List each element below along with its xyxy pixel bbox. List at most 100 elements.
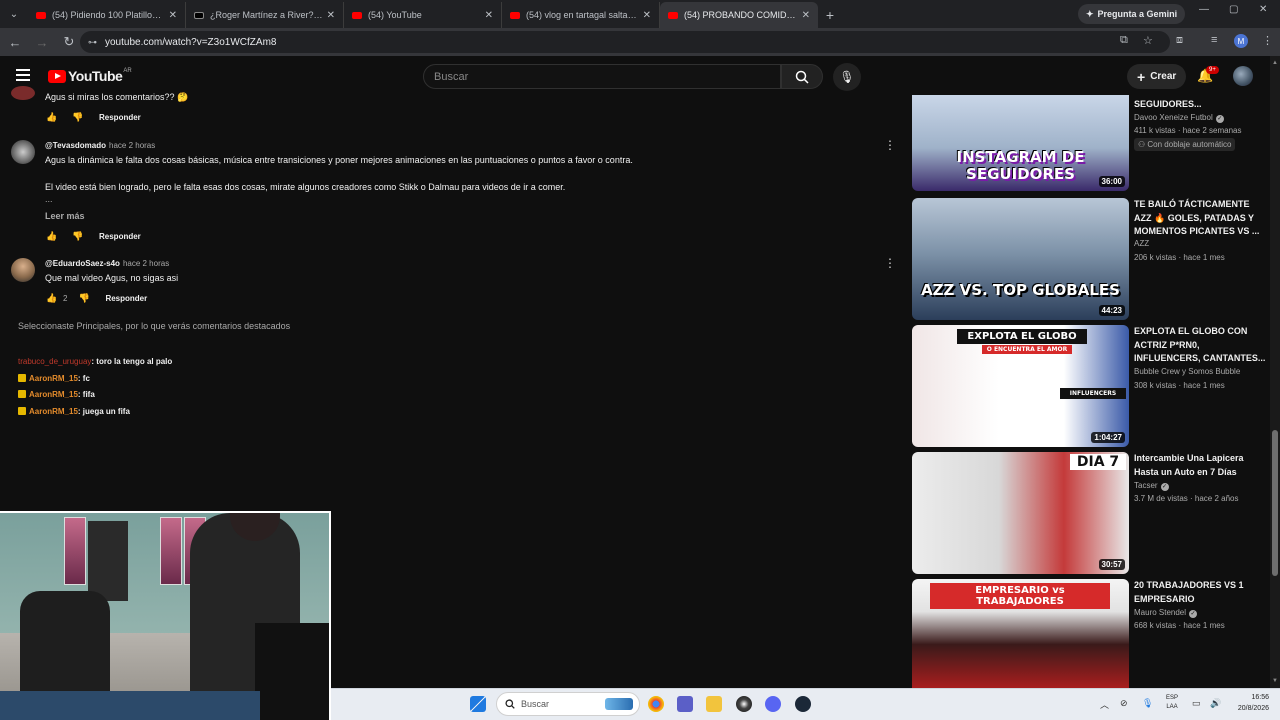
tab-search-icon[interactable]: ⌄ (0, 0, 28, 28)
chrome-icon[interactable] (648, 696, 664, 712)
tray-mic-icon[interactable]: 🎙 (1142, 698, 1153, 709)
extensions-icon[interactable]: ⧈ (1176, 34, 1183, 47)
close-tab-icon[interactable]: ✕ (169, 10, 177, 21)
reload-icon[interactable]: ↻ (57, 30, 81, 54)
like-count: 2 (63, 294, 68, 303)
reply-button[interactable]: Responder (105, 294, 147, 303)
close-tab-icon[interactable]: ✕ (802, 10, 810, 21)
scroll-down-icon[interactable]: ▼ (1272, 678, 1278, 684)
gemini-button[interactable]: ✦ Pregunta a Gemini (1078, 4, 1186, 24)
browser-tab-active[interactable]: (54) PROBANDO COMIDA CALL ✕ (660, 2, 818, 28)
taskbar-clock[interactable]: 16:56 20/8/2026 (1229, 692, 1269, 714)
comment-avatar[interactable] (11, 140, 35, 164)
video-title[interactable]: Intercambie Una Lapicera Hasta un Auto e… (1134, 452, 1266, 479)
video-title[interactable]: 20 TRABAJADORES VS 1 EMPRESARIO (1134, 579, 1266, 606)
site-info-icon[interactable]: ⊶ (88, 37, 97, 48)
user-avatar[interactable] (1233, 66, 1253, 86)
comment-text: Que mal video Agus, no sigas asi (45, 273, 179, 283)
browser-menu-icon[interactable]: ⋮ (1262, 34, 1273, 47)
back-icon[interactable]: ← (3, 30, 27, 54)
comment-avatar[interactable] (11, 86, 35, 100)
recommended-video[interactable]: EXPLOTA EL GLOBO O ENCUENTRA EL AMOR INF… (912, 325, 1266, 447)
video-thumbnail[interactable]: EMPRESARIO vs TRABAJADORES (912, 579, 1129, 688)
close-tab-icon[interactable]: ✕ (643, 10, 651, 21)
video-duration: 44:23 (1098, 305, 1125, 316)
scrollbar-thumb[interactable] (1272, 430, 1278, 576)
search-highlight-icon (605, 698, 633, 710)
install-app-icon[interactable]: ⧉ (1120, 34, 1128, 47)
video-thumbnail[interactable]: EXPLOTA EL GLOBO O ENCUENTRA EL AMOR INF… (912, 325, 1129, 447)
tray-volume-icon[interactable]: 🔊 (1210, 698, 1221, 709)
thumbs-up-icon[interactable]: 👍 (45, 231, 59, 242)
voice-search-button[interactable]: 🎙 (833, 63, 861, 91)
reading-list-icon[interactable]: ≡ (1211, 34, 1217, 46)
thumbs-down-icon[interactable]: 👎 (71, 231, 85, 242)
search-button[interactable] (781, 64, 823, 89)
youtube-logo[interactable]: YouTube AR (48, 68, 132, 84)
comment-more-icon[interactable]: ⋮ (884, 138, 896, 152)
tray-display-icon[interactable]: ▭ (1192, 698, 1201, 709)
video-title[interactable]: SEGUIDORES... (1134, 98, 1266, 112)
comment-avatar[interactable] (11, 258, 35, 282)
browser-tab[interactable]: (54) Pidiendo 100 Platillos Justo ✕ (28, 2, 186, 28)
thumbs-down-icon[interactable]: 👎 (77, 293, 91, 304)
taskbar-search[interactable]: Buscar (496, 692, 640, 716)
maximize-icon[interactable]: ▢ (1229, 4, 1238, 15)
input-language[interactable]: ESP LAA (1162, 694, 1182, 712)
channel-name: Bubble Crew y Somos Bubble (1134, 367, 1241, 376)
create-button[interactable]: + Crear (1127, 64, 1187, 89)
browser-tab[interactable]: (54) vlog en tartagal salta - You ✕ (502, 2, 660, 28)
reply-button[interactable]: Responder (99, 113, 141, 122)
menu-icon[interactable] (16, 69, 30, 81)
browser-tab[interactable]: (54) YouTube ✕ (344, 2, 502, 28)
comment-author[interactable]: @EduardoSaez-s4o hace 2 horas (45, 259, 169, 268)
thumbs-up-icon[interactable]: 👍 (45, 112, 59, 123)
video-channel[interactable]: AZZ (1134, 239, 1149, 248)
read-more-link[interactable]: Leer más (45, 211, 85, 221)
obs-icon[interactable] (736, 696, 752, 712)
video-meta: 668 k vistas · hace 1 mes (1134, 621, 1225, 630)
comment-actions: 👍 2 👎 Responder (45, 293, 147, 304)
chat-line: AaronRM_15: fc (18, 374, 90, 383)
chat-line: trabuco_de_uruguay: toro la tengo al pal… (18, 357, 172, 366)
comment-author[interactable]: @Tevasdomado hace 2 horas (45, 141, 155, 150)
bookmark-star-icon[interactable]: ☆ (1143, 34, 1153, 47)
thumbs-up-icon[interactable]: 👍 (45, 293, 59, 304)
tray-network-icon[interactable]: ⊘ (1120, 698, 1128, 709)
recommended-video[interactable]: EMPRESARIO vs TRABAJADORES 20 TRABAJADOR… (912, 579, 1264, 688)
video-thumbnail[interactable]: AZZ VS. TOP GLOBALES 44:23 (912, 198, 1129, 320)
minimize-icon[interactable]: — (1199, 4, 1209, 15)
forward-icon[interactable]: → (30, 30, 54, 54)
steam-icon[interactable] (795, 696, 811, 712)
close-tab-icon[interactable]: ✕ (327, 10, 335, 21)
close-tab-icon[interactable]: ✕ (485, 10, 493, 21)
page-scrollbar[interactable]: ▲ ▼ (1270, 56, 1280, 688)
browser-tab[interactable]: ¿Roger Martínez a River? Últim ✕ (186, 2, 344, 28)
new-tab-button[interactable]: + (818, 2, 842, 28)
video-channel[interactable]: Tacser ✓ (1134, 481, 1169, 491)
video-title[interactable]: EXPLOTA EL GLOBO CON ACTRIZ P*RN0, INFLU… (1134, 325, 1266, 366)
discord-icon[interactable] (765, 696, 781, 712)
recommended-video[interactable]: DIA 7 30:57 Intercambie Una Lapicera Has… (912, 452, 1264, 574)
close-window-icon[interactable]: ✕ (1259, 4, 1267, 15)
comment-more-icon[interactable]: ⋮ (884, 256, 896, 270)
tray-chevron-icon[interactable]: ︿ (1100, 698, 1109, 711)
recommended-video[interactable]: AZZ VS. TOP GLOBALES 44:23 TE BAILÓ TÁCT… (912, 198, 1264, 320)
thumbs-down-icon[interactable]: 👎 (71, 112, 85, 123)
video-channel[interactable]: Mauro Stendel ✓ (1134, 608, 1198, 618)
recommended-video[interactable]: INSTAGRAM DE SEGUIDORES 36:00 SEGUIDORES… (912, 95, 1264, 191)
reply-button[interactable]: Responder (99, 232, 141, 241)
scroll-up-icon[interactable]: ▲ (1272, 60, 1278, 66)
video-channel[interactable]: Bubble Crew y Somos Bubble (1134, 367, 1240, 376)
address-bar[interactable]: ⊶ youtube.com/watch?v=Z3o1WCfZAm8 (80, 31, 1170, 53)
start-button-icon[interactable] (470, 696, 486, 712)
video-thumbnail[interactable]: DIA 7 30:57 (912, 452, 1129, 574)
teams-icon[interactable] (677, 696, 693, 712)
video-thumbnail[interactable]: INSTAGRAM DE SEGUIDORES 36:00 (912, 95, 1129, 191)
browser-profile-avatar[interactable]: M (1234, 34, 1248, 48)
file-explorer-icon[interactable] (706, 696, 722, 712)
taskbar-search-label: Buscar (521, 699, 550, 709)
video-title[interactable]: TE BAILÓ TÁCTICAMENTE AZZ 🔥 GOLES, PATAD… (1134, 198, 1266, 239)
video-channel[interactable]: Davoo Xeneize Futbol ✓ (1134, 113, 1224, 123)
search-input[interactable]: Buscar (423, 64, 781, 89)
